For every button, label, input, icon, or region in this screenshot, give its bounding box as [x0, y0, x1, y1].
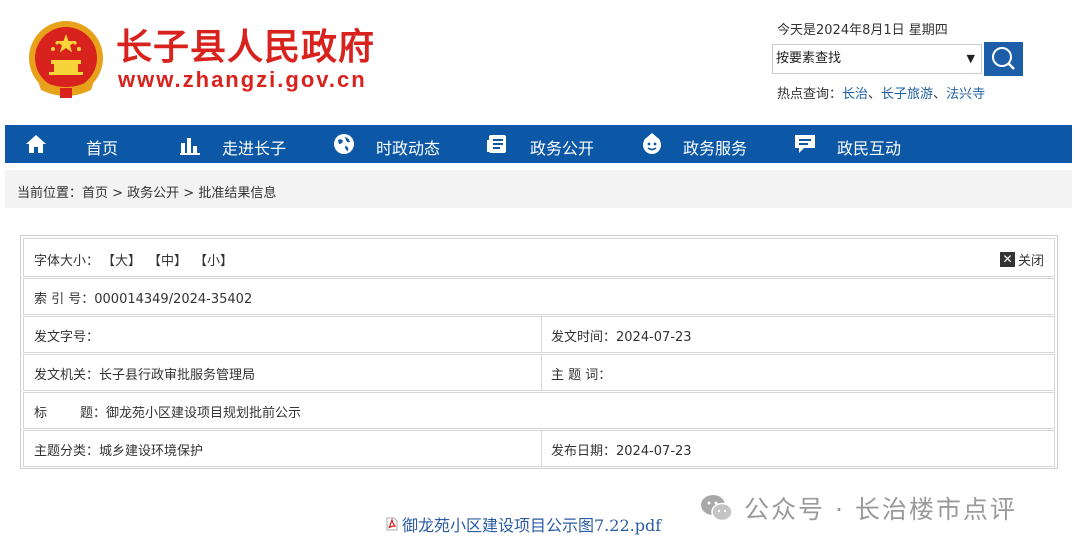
category-row: 主题分类：城乡建设环境保护 发布日期：2024-07-23 [23, 430, 1055, 467]
close-icon: ✕ [999, 252, 1015, 267]
index-number: 索 引 号：000014349/2024-35402 [34, 292, 253, 307]
font-size-row: 字体大小： 【大】 【中】 【小】 ✕ 关闭 [23, 238, 1055, 277]
search-icon [992, 47, 1015, 70]
nav-label-services: 政务服务 [683, 139, 748, 158]
nav-label-home: 首页 [86, 139, 119, 158]
nav-item-interaction[interactable]: 政民互动 [775, 125, 935, 163]
chat-icon [795, 135, 815, 153]
nav-label-public-affairs: 政务公开 [530, 139, 595, 158]
nav-item-news[interactable]: 时政动态 [310, 125, 465, 163]
topic-category: 主题分类：城乡建设环境保护 [34, 444, 204, 459]
issuing-organization: 发文机关：长子县行政审批服务管理局 [34, 368, 256, 383]
breadcrumb-bar: 当前位置：首页 > 政务公开 > 批准结果信息 [5, 170, 1072, 208]
font-large-link[interactable]: 【大】 [102, 250, 141, 269]
wechat-icon [701, 495, 733, 522]
main-nav: 首页 走进长子 时政动态 政务公开 政务服务 政民互动 [5, 125, 1072, 163]
nav-item-public-affairs[interactable]: 政务公开 [465, 125, 620, 163]
site-title: 长子县人民政府 [116, 26, 376, 68]
close-button[interactable]: ✕ 关闭 [999, 250, 1044, 269]
service-icon [643, 133, 661, 154]
nav-label-news: 时政动态 [376, 139, 441, 158]
watermark-text: 公众号 · 长治楼市点评 [744, 495, 1017, 524]
globe-icon [334, 134, 354, 154]
issue-time: 发文时间：2024-07-23 [551, 330, 692, 345]
doc-number: 发文字号： [34, 330, 100, 345]
column-divider [541, 317, 542, 352]
title-row: 标 题：御龙苑小区建设项目规划批前公示 [23, 392, 1055, 429]
hot-link-tourism[interactable]: 长子旅游 [881, 87, 933, 102]
column-divider [541, 431, 542, 466]
nav-item-services[interactable]: 政务服务 [620, 125, 775, 163]
chevron-down-icon: ▼ [966, 52, 975, 65]
hot-link-separator: 、 [868, 87, 882, 102]
government-emblem-icon [27, 18, 105, 100]
wechat-watermark: 公众号 · 长治楼市点评 [700, 490, 1017, 526]
hot-search: 热点查询：长治、长子旅游、法兴寺 [777, 83, 985, 102]
hot-search-label: 热点查询： [777, 87, 843, 102]
font-small-link[interactable]: 【小】 [194, 250, 233, 269]
column-divider [541, 355, 542, 390]
document-icon [487, 135, 506, 153]
hot-link-faxing-temple[interactable]: 法兴寺 [946, 87, 985, 102]
nav-label-about: 走进长子 [222, 139, 287, 158]
site-domain: www.zhangzi.gov.cn [118, 67, 367, 92]
hot-link-changzhi[interactable]: 长治 [842, 87, 868, 102]
index-number-row: 索 引 号：000014349/2024-35402 [23, 278, 1055, 315]
home-icon [26, 135, 46, 153]
search-type-value: 按要素查找 [776, 51, 842, 66]
nav-item-about[interactable]: 走进长子 [155, 125, 310, 163]
issuing-org-row: 发文机关：长子县行政审批服务管理局 主 题 词： [23, 354, 1055, 391]
hot-link-separator: 、 [933, 87, 947, 102]
nav-item-home[interactable]: 首页 [5, 125, 155, 163]
doc-number-row: 发文字号： 发文时间：2024-07-23 [23, 316, 1055, 353]
attachment-link[interactable]: 御龙苑小区建设项目公示图7.22.pdf [385, 512, 661, 536]
close-label: 关闭 [1017, 254, 1044, 269]
breadcrumb[interactable]: 当前位置：首页 > 政务公开 > 批准结果信息 [17, 182, 276, 201]
search-button[interactable] [984, 42, 1023, 76]
current-date: 今天是2024年8月1日 星期四 [777, 23, 948, 38]
pdf-icon [386, 517, 398, 531]
nav-label-interaction: 政民互动 [837, 139, 902, 158]
keywords: 主 题 词： [551, 368, 612, 383]
document-title: 标 题：御龙苑小区建设项目规划批前公示 [34, 406, 302, 421]
font-medium-link[interactable]: 【中】 [148, 250, 187, 269]
publish-date: 发布日期：2024-07-23 [551, 444, 692, 459]
search-type-select[interactable]: 按要素查找 ▼ [772, 44, 982, 74]
bar-chart-icon [180, 138, 200, 155]
attachment-filename: 御龙苑小区建设项目公示图7.22.pdf [402, 516, 662, 535]
document-info-table: 字体大小： 【大】 【中】 【小】 ✕ 关闭 索 引 号：000014349/2… [20, 235, 1058, 469]
font-size-label: 字体大小： [34, 254, 100, 269]
